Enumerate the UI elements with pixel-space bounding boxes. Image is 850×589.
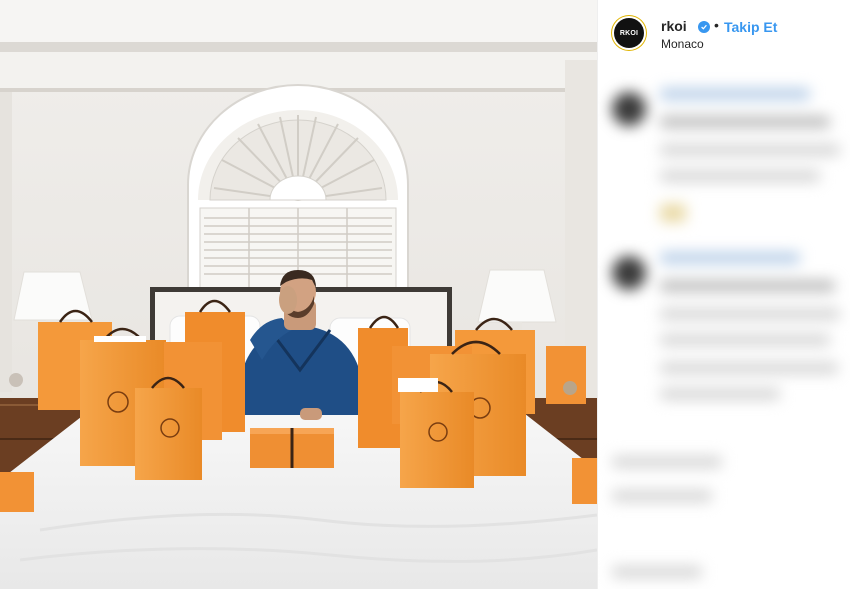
separator-dot: • <box>714 17 719 33</box>
username-link[interactable]: rkoi <box>661 18 687 34</box>
follow-button[interactable]: Takip Et <box>724 19 777 35</box>
location-link[interactable]: Monaco <box>661 37 704 51</box>
post-side-panel: RKOI rkoi • Takip Et Monaco <box>597 0 850 589</box>
comments-section <box>598 66 850 589</box>
post-photo[interactable] <box>0 0 597 589</box>
arched-window <box>187 84 409 291</box>
post-header: RKOI rkoi • Takip Et Monaco <box>598 0 850 66</box>
avatar-text: RKOI <box>619 29 639 37</box>
avatar[interactable]: RKOI <box>614 18 644 48</box>
verified-badge-icon <box>698 21 710 33</box>
blurred-comments <box>598 66 850 589</box>
